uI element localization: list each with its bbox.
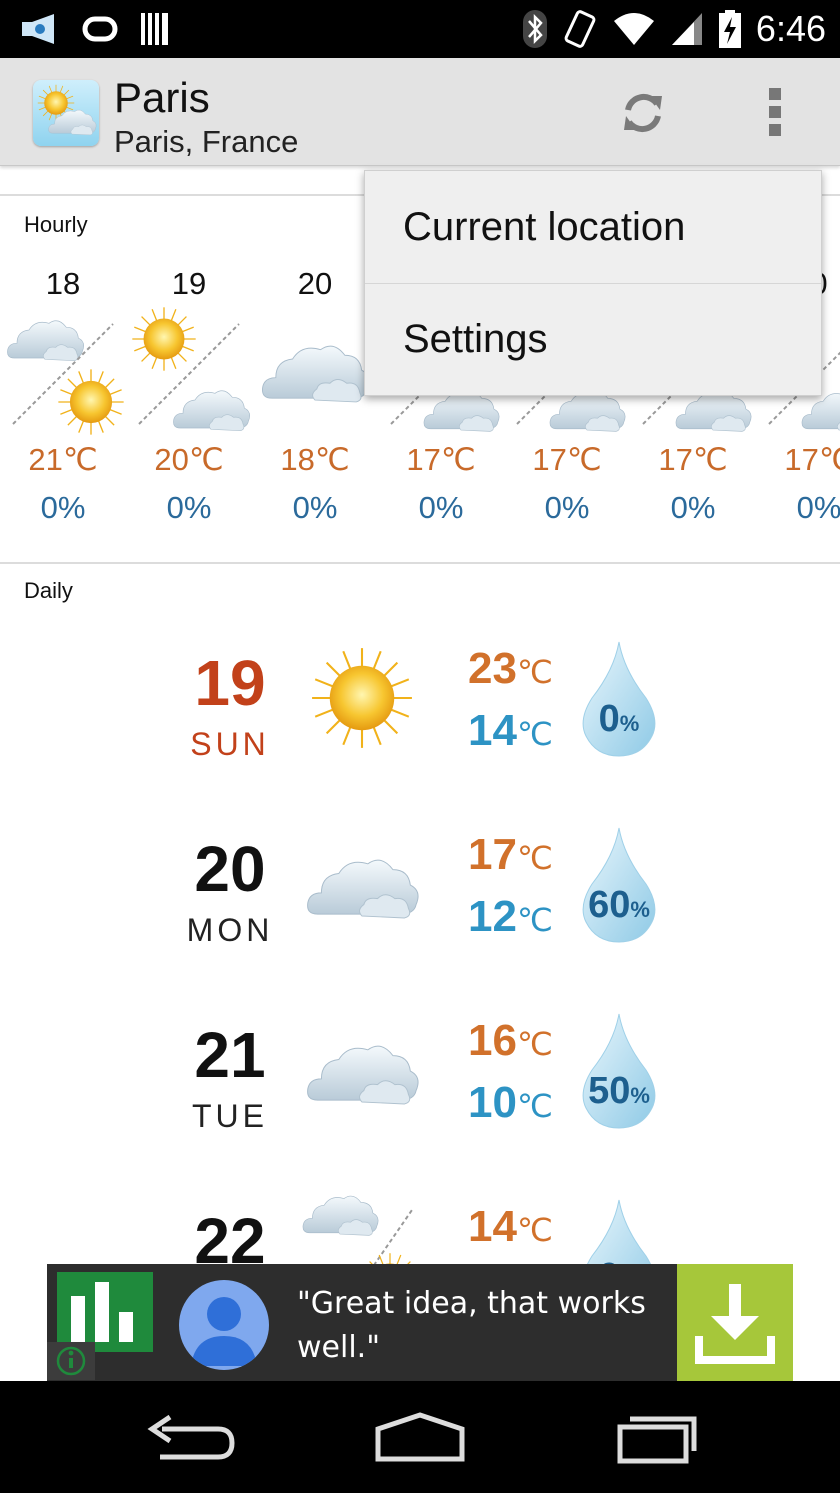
hour-temp: 20℃ [154,442,224,477]
location-title: Paris [114,74,210,121]
location-subtitle: Paris, France [114,124,299,159]
daily-row: 19 SUN 23℃ 14℃ 0% [0,640,840,820]
day-low-temp: 12℃ [468,892,553,941]
hour-temp: 21℃ [28,442,98,477]
download-button[interactable] [677,1264,793,1381]
ad-text[interactable]: "Great idea, that works well." [297,1282,667,1370]
status-bar-system: 6:46 [522,8,826,50]
cloudy-icon [307,859,419,919]
hour-temp: 17℃ [406,442,476,477]
download-icon [695,1284,775,1364]
signal-icon [671,13,702,45]
recent-apps-icon[interactable] [606,1409,706,1469]
avatar [179,1280,269,1370]
hour-precip: 0% [40,490,86,525]
status-bar-notifications [20,12,170,46]
vibrate-icon [564,10,596,48]
day-date: 19 [194,647,266,719]
barcode-icon [141,13,168,45]
bluetooth-icon [522,10,547,48]
day-high-temp: 23℃ [468,644,553,693]
ad-app-logo-icon[interactable] [57,1272,153,1352]
day-weekday: SUN [190,726,270,762]
action-bar: Paris Paris, France [0,58,840,166]
day-low-temp: 10℃ [468,1078,553,1127]
ad-banner[interactable]: "Great idea, that works well." [47,1264,793,1381]
sunny-icon [311,647,413,749]
status-time: 6:46 [755,8,826,49]
navigation-bar [0,1381,840,1493]
precip-drop: 0% [580,640,658,758]
sun-then-cloud-icon [131,306,251,432]
hourly-item: 20 18℃ 0% [252,266,378,526]
hour-temp: 17℃ [784,442,840,477]
precip-drop: 60% [580,826,658,944]
day-weekday: TUE [192,1098,268,1134]
menu-item-settings[interactable]: Settings [365,283,821,395]
cloudy-icon [261,345,370,403]
day-high-temp: 14℃ [468,1202,553,1251]
day-precip: 50% [588,1070,650,1112]
hourly-label: Hourly [24,212,88,237]
wifi-icon [613,13,654,45]
overflow-menu: Current location Settings [364,170,822,396]
daily-label: Daily [24,578,73,603]
day-precip: 0% [598,698,640,740]
hour-label: 20 [297,266,333,301]
precip-drop: 50% [580,1012,658,1130]
overflow-menu-icon[interactable] [760,88,790,142]
daily-row: 21 TUE 16℃ 10℃ 50% [0,1012,840,1192]
day-low-temp: 14℃ [468,706,553,755]
daily-row: 20 MON 17℃ 12℃ 60% [0,826,840,1006]
hour-precip: 0% [544,490,590,525]
hour-label: 19 [171,266,207,301]
day-weekday: MON [186,912,274,948]
day-precip: 60% [588,884,650,926]
hour-temp: 18℃ [280,442,350,477]
hour-temp: 17℃ [658,442,728,477]
back-icon[interactable] [140,1409,240,1469]
hour-precip: 0% [670,490,716,525]
battery-charging-icon [718,10,741,48]
menu-item-current-location[interactable]: Current location [365,171,821,283]
day-high-temp: 17℃ [468,830,553,879]
hour-label: 18 [45,266,81,301]
hourly-item: 18 21℃ 0% [0,266,126,526]
app-logo-icon[interactable] [33,80,99,146]
hourly-item: 19 20℃ 0% [126,266,252,526]
refresh-icon[interactable] [618,88,668,138]
hour-precip: 0% [292,490,338,525]
hour-precip: 0% [166,490,212,525]
hour-precip: 0% [796,490,840,525]
home-icon[interactable] [370,1409,470,1469]
link-icon [82,16,118,42]
hour-temp: 17℃ [532,442,602,477]
info-icon[interactable] [47,1342,95,1380]
hour-precip: 0% [418,490,464,525]
cloud-then-sun-icon [7,320,125,436]
cloudy-icon [307,1045,419,1105]
day-date: 20 [194,833,266,905]
status-bar: 6:46 [0,0,840,58]
day-date: 21 [194,1019,266,1091]
day-high-temp: 16℃ [468,1016,553,1065]
megaphone-icon [22,14,54,44]
